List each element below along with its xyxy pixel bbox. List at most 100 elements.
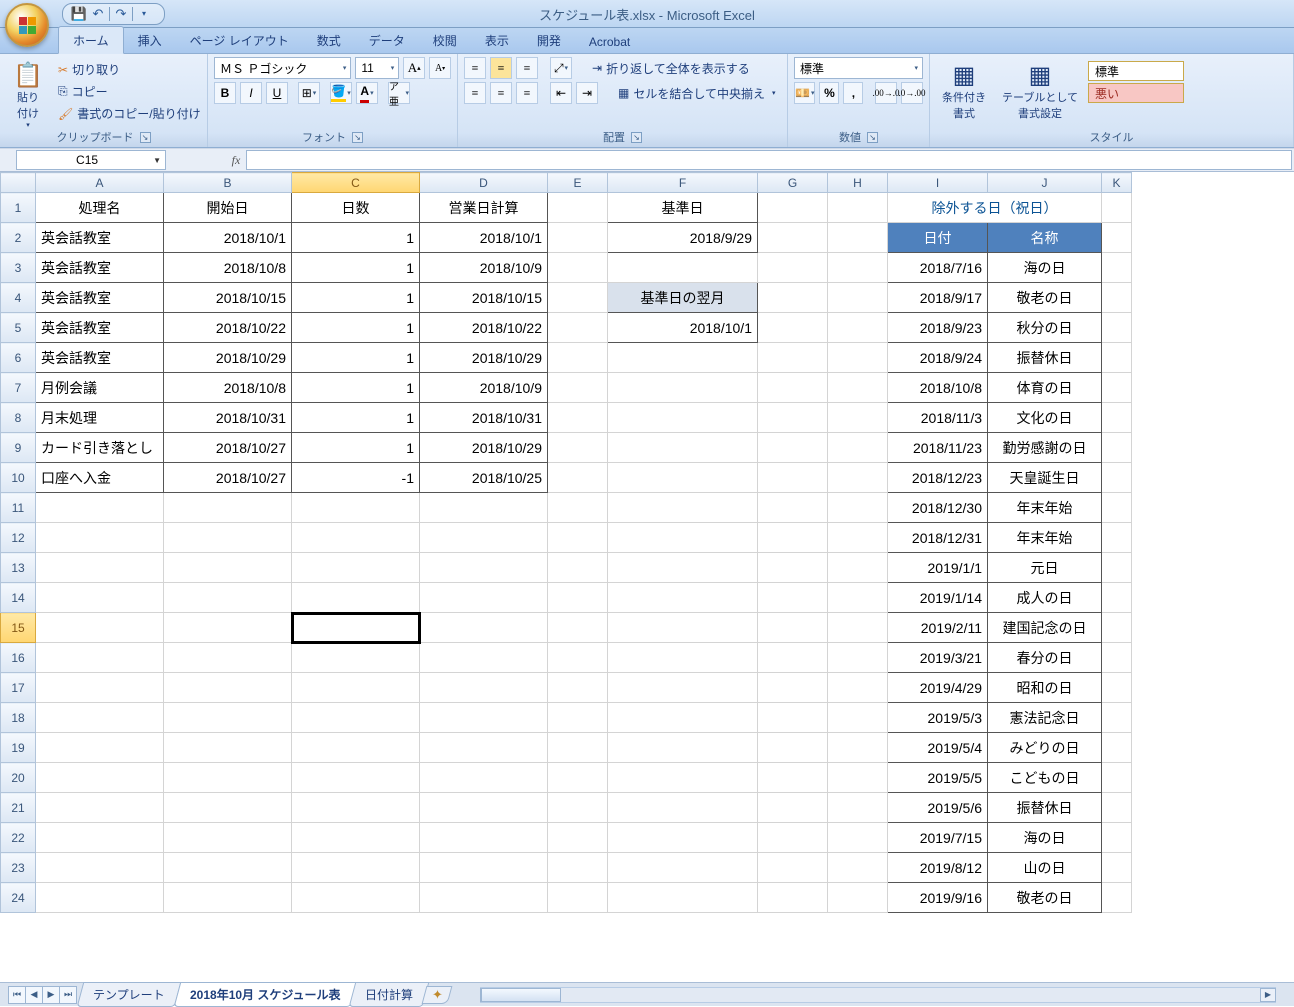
- cell-D9[interactable]: 2018/10/29: [420, 433, 548, 463]
- row-header-24[interactable]: 24: [1, 883, 36, 913]
- row-header-2[interactable]: 2: [1, 223, 36, 253]
- cell-F18[interactable]: [608, 703, 758, 733]
- cell-D15[interactable]: [420, 613, 548, 643]
- cell-G23[interactable]: [758, 853, 828, 883]
- bold-button[interactable]: B: [214, 82, 236, 104]
- number-format-combo[interactable]: 標準▾: [794, 57, 923, 79]
- col-header-B[interactable]: B: [164, 173, 292, 193]
- cell-E15[interactable]: [548, 613, 608, 643]
- cell-H10[interactable]: [828, 463, 888, 493]
- cell-A20[interactable]: [36, 763, 164, 793]
- copy-button[interactable]: ⎘コピー: [54, 81, 205, 102]
- cell-D18[interactable]: [420, 703, 548, 733]
- cell-D2[interactable]: 2018/10/1: [420, 223, 548, 253]
- cell-I14[interactable]: 2019/1/14: [888, 583, 988, 613]
- cell-F24[interactable]: [608, 883, 758, 913]
- cell-A7[interactable]: 月例会議: [36, 373, 164, 403]
- cell-F20[interactable]: [608, 763, 758, 793]
- orientation-button[interactable]: ⤢: [550, 57, 572, 79]
- cell-B8[interactable]: 2018/10/31: [164, 403, 292, 433]
- cell-A14[interactable]: [36, 583, 164, 613]
- cell-G5[interactable]: [758, 313, 828, 343]
- sheet-tab-1[interactable]: 2018年10月 スケジュール表: [173, 982, 356, 1007]
- cell-F16[interactable]: [608, 643, 758, 673]
- cell-E19[interactable]: [548, 733, 608, 763]
- comma-button[interactable]: ,: [843, 82, 863, 104]
- cell-G11[interactable]: [758, 493, 828, 523]
- cell-D1[interactable]: 営業日計算: [420, 193, 548, 223]
- italic-button[interactable]: I: [240, 82, 262, 104]
- percent-button[interactable]: %: [819, 82, 839, 104]
- cell-I12[interactable]: 2018/12/31: [888, 523, 988, 553]
- cell-J18[interactable]: 憲法記念日: [988, 703, 1102, 733]
- chevron-down-icon[interactable]: ▼: [153, 156, 161, 165]
- cell-H19[interactable]: [828, 733, 888, 763]
- row-header-10[interactable]: 10: [1, 463, 36, 493]
- cell-G19[interactable]: [758, 733, 828, 763]
- cell-C24[interactable]: [292, 883, 420, 913]
- cell-A18[interactable]: [36, 703, 164, 733]
- cell-A23[interactable]: [36, 853, 164, 883]
- row-header-15[interactable]: 15: [1, 613, 36, 643]
- cell-E16[interactable]: [548, 643, 608, 673]
- cell-K5[interactable]: [1102, 313, 1132, 343]
- cell-I18[interactable]: 2019/5/3: [888, 703, 988, 733]
- row-header-22[interactable]: 22: [1, 823, 36, 853]
- cell-C13[interactable]: [292, 553, 420, 583]
- cell-C3[interactable]: 1: [292, 253, 420, 283]
- row-header-11[interactable]: 11: [1, 493, 36, 523]
- cell-J6[interactable]: 振替休日: [988, 343, 1102, 373]
- cell-I23[interactable]: 2019/8/12: [888, 853, 988, 883]
- ribbon-tab-1[interactable]: 挿入: [124, 27, 176, 53]
- cell-K4[interactable]: [1102, 283, 1132, 313]
- horizontal-scrollbar[interactable]: ◀ ▶: [480, 987, 1276, 1003]
- cell-D20[interactable]: [420, 763, 548, 793]
- cell-J14[interactable]: 成人の日: [988, 583, 1102, 613]
- cell-B14[interactable]: [164, 583, 292, 613]
- cell-J21[interactable]: 振替休日: [988, 793, 1102, 823]
- cell-K10[interactable]: [1102, 463, 1132, 493]
- cell-F11[interactable]: [608, 493, 758, 523]
- cell-G4[interactable]: [758, 283, 828, 313]
- cell-E3[interactable]: [548, 253, 608, 283]
- cell-C8[interactable]: 1: [292, 403, 420, 433]
- cell-H18[interactable]: [828, 703, 888, 733]
- cell-G12[interactable]: [758, 523, 828, 553]
- cell-K21[interactable]: [1102, 793, 1132, 823]
- align-middle-button[interactable]: ≡: [490, 57, 512, 79]
- col-header-F[interactable]: F: [608, 173, 758, 193]
- cell-K13[interactable]: [1102, 553, 1132, 583]
- col-header-I[interactable]: I: [888, 173, 988, 193]
- row-header-14[interactable]: 14: [1, 583, 36, 613]
- sheet-nav-prev[interactable]: ◀: [25, 986, 43, 1004]
- cell-F15[interactable]: [608, 613, 758, 643]
- cell-I17[interactable]: 2019/4/29: [888, 673, 988, 703]
- row-header-19[interactable]: 19: [1, 733, 36, 763]
- sheet-tab-0[interactable]: テンプレート: [77, 982, 181, 1007]
- row-header-4[interactable]: 4: [1, 283, 36, 313]
- ribbon-tab-7[interactable]: 開発: [523, 27, 575, 53]
- cell-F23[interactable]: [608, 853, 758, 883]
- cell-K19[interactable]: [1102, 733, 1132, 763]
- cell-F10[interactable]: [608, 463, 758, 493]
- cell-J10[interactable]: 天皇誕生日: [988, 463, 1102, 493]
- cell-F3[interactable]: [608, 253, 758, 283]
- grow-font-button[interactable]: A▴: [403, 57, 425, 79]
- cell-E12[interactable]: [548, 523, 608, 553]
- cell-D14[interactable]: [420, 583, 548, 613]
- ribbon-tab-4[interactable]: データ: [355, 27, 419, 53]
- cell-H3[interactable]: [828, 253, 888, 283]
- cell-K1[interactable]: [1102, 193, 1132, 223]
- cell-H14[interactable]: [828, 583, 888, 613]
- cell-H21[interactable]: [828, 793, 888, 823]
- cell-I19[interactable]: 2019/5/4: [888, 733, 988, 763]
- cell-F5[interactable]: 2018/10/1: [608, 313, 758, 343]
- merge-center-button[interactable]: ▦セルを結合して中央揃え▾: [614, 83, 780, 104]
- cell-D19[interactable]: [420, 733, 548, 763]
- cell-A11[interactable]: [36, 493, 164, 523]
- cell-A16[interactable]: [36, 643, 164, 673]
- cell-I20[interactable]: 2019/5/5: [888, 763, 988, 793]
- col-header-H[interactable]: H: [828, 173, 888, 193]
- name-box[interactable]: ▼: [16, 150, 166, 170]
- cell-F21[interactable]: [608, 793, 758, 823]
